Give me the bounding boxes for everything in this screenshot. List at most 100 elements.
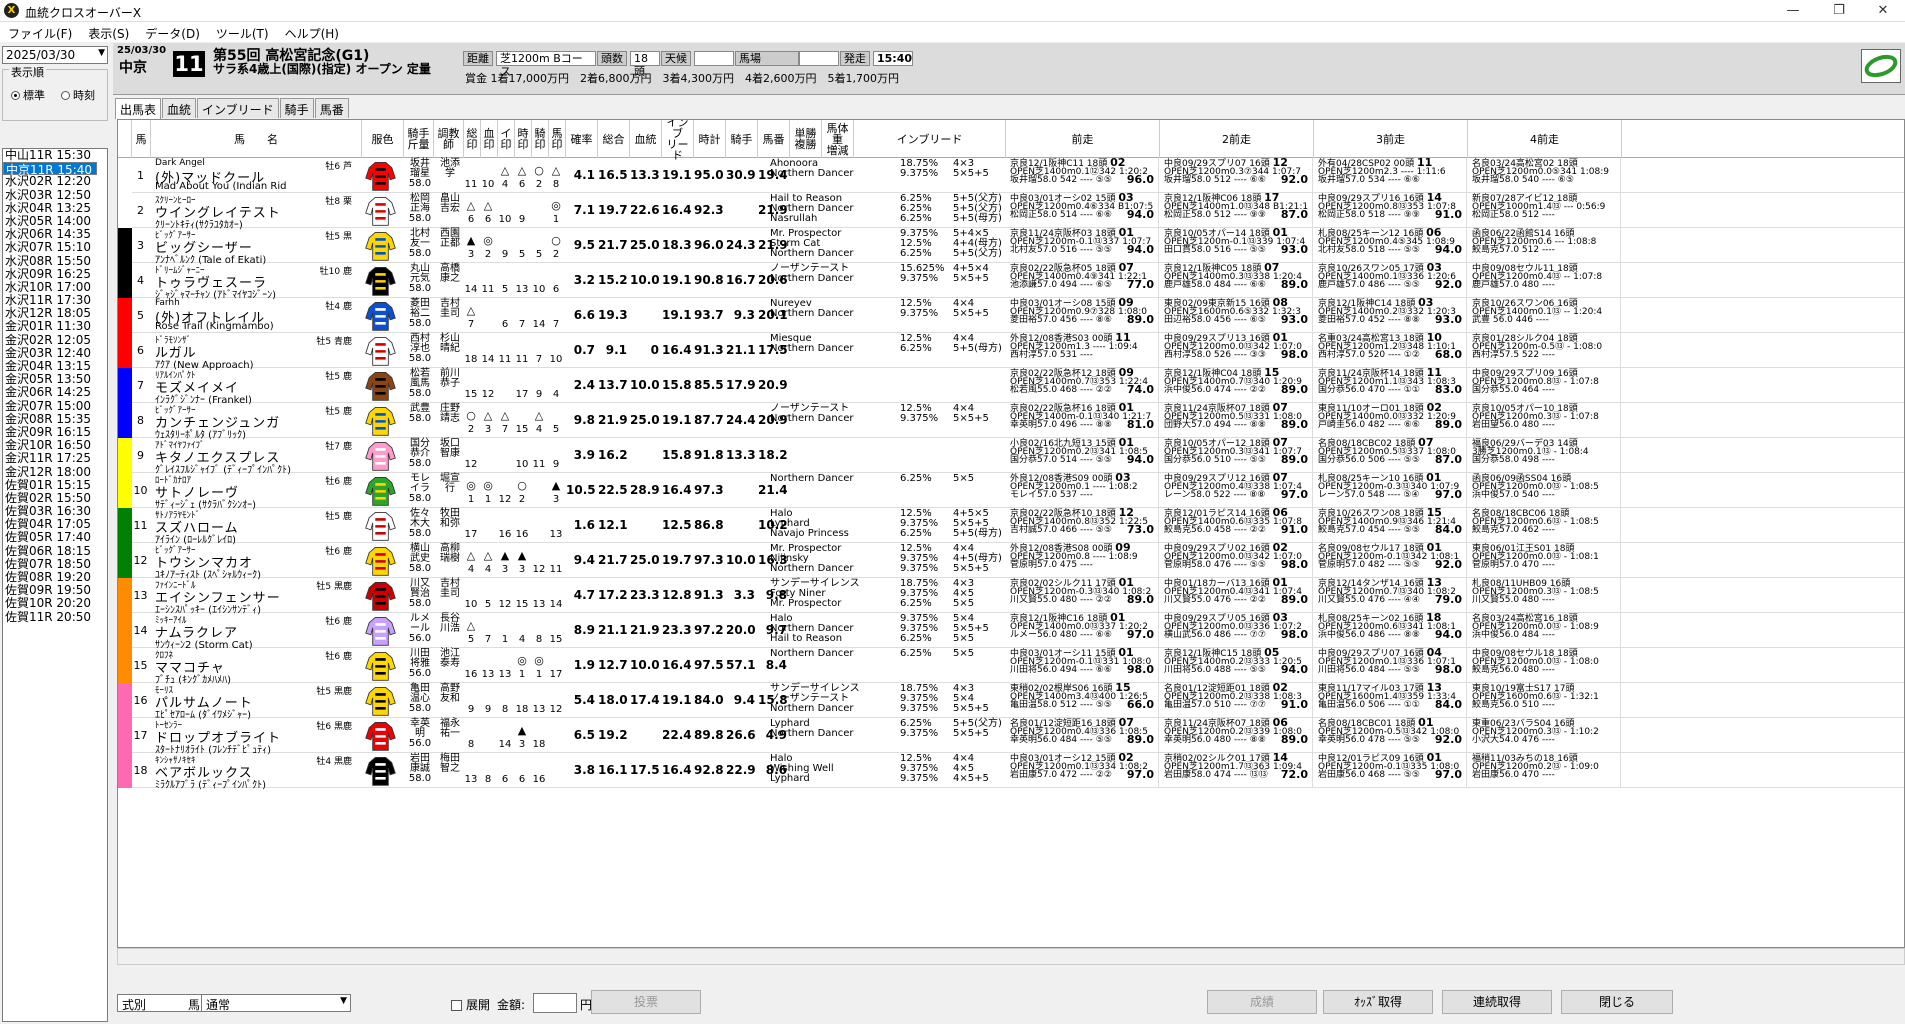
mark-cell[interactable]: 13 (549, 508, 563, 543)
col-silk[interactable]: 服色 (362, 120, 404, 158)
mark-cell[interactable]: 14 (498, 718, 512, 753)
table-row[interactable]: 12 ﾋﾞｯｸﾞｱｰｻｰ 牡6 鹿 トウシンマカオ ﾕｷﾉｱｰﾃｨｽﾄ (ｽﾍﾟ… (118, 543, 1904, 581)
table-row[interactable]: 14 ﾐｯｷｰｱｲﾙ 牡6 鹿 ナムラクレア ｻﾝｳｨｰﾝ2 (Storm Ca… (118, 613, 1904, 651)
prev-race-cell[interactable]: 京良10/26スワン06 16頭 OPEN芝1400m0.1⑬ ‐‐ 1:20:… (1468, 298, 1621, 333)
prev-race-cell[interactable]: 京良12/1阪神C15 18頭 05 OPEN芝1400m0.2⑬333 1:2… (1160, 648, 1313, 683)
table-row[interactable]: 17 ﾄｰｾﾝﾗｰ 牡6 黒鹿 ドロップオブライト ｽﾀｰﾄﾅﾘｵﾗｲﾄ (ﾌﾚ… (118, 718, 1904, 756)
prev-race-cell[interactable]: 京良12/14タンザ14 16頭 13 OPEN芝1200m0.7⑬340 1:… (1314, 578, 1467, 613)
prev-race-cell[interactable]: 中良09/08セウル18 18頭 OPEN芝1200m0.0⑬ ‐ 1:08:0… (1468, 648, 1621, 683)
bet-mode-select[interactable]: 通常 ▼ (201, 994, 351, 1012)
jockey-cell[interactable]: 武豊 58.0 (406, 403, 434, 438)
table-row[interactable]: 5 Farhh 牡4 鹿 (外)オフトレイル Rose Trail (Kingm… (118, 298, 1904, 333)
col-mark4[interactable]: 時 印 (515, 120, 532, 158)
mark-cell[interactable]: 10 (498, 193, 512, 228)
mark-cell[interactable]: 14 (464, 263, 478, 298)
prev-race-cell[interactable]: 中良01/18カーバ13 16頭 01 OPEN芝1200m0.4⑬341 1:… (1160, 578, 1313, 613)
race-list-item[interactable]: 金沢12R 18:00 (3, 465, 107, 479)
col-num[interactable]: 馬 (132, 120, 151, 158)
entries-grid[interactable]: 馬 馬 名 服色 騎手 斤量 調教 師 総 印 血 印 イ 印 時 印 騎 印 … (117, 119, 1905, 948)
jockey-cell[interactable]: 国分 恭介 58.0 (406, 438, 434, 473)
table-row[interactable]: 8 ﾋﾞｯｸﾞｱｰｻｰ 牡5 鹿 カンチェンジュンガ ｳｪｽﾀﾘｰﾎﾟﾙﾀ (ｱ… (118, 403, 1904, 441)
race-list-item[interactable]: 佐賀10R 20:20 (3, 597, 107, 610)
mark-cell[interactable]: 11 (549, 543, 563, 578)
mark-cell[interactable]: 6 (549, 263, 563, 298)
mark-cell[interactable]: 6 (515, 753, 529, 788)
mark-cell[interactable]: 5 (532, 228, 546, 263)
race-list-item[interactable]: 佐賀11R 20:50 (3, 610, 107, 624)
prev-race-cell[interactable]: 名良03/24高松宮02 18頭 OPEN芝1200m0.0⑤341 1:08:… (1468, 158, 1621, 193)
tab-entries[interactable]: 出馬表 (115, 98, 162, 119)
mark-cell[interactable]: 1 (498, 613, 512, 648)
jockey-cell[interactable]: 松若 風馬 58.0 (406, 368, 434, 403)
prev-race-cell[interactable]: 京良02/22阪急杯10 18頭 12 OPEN芝1400m0.8⑬352 1:… (1006, 508, 1159, 543)
table-row[interactable]: 10 ﾛｰﾄﾞｶﾅﾛｱ 牡6 鹿 サトノレーヴ ｻﾃﾞｨｰｼﾞｪ (ｻｸﾗﾊﾞｸ… (118, 473, 1904, 511)
jockey-cell[interactable]: 川田 将雅 56.0 (406, 648, 434, 683)
jockey-cell[interactable]: 丸山 元気 58.0 (406, 263, 434, 298)
prev-race-cell[interactable]: 京良01/28シルク04 18頭 OPEN芝1200m-0.5⑬ ‐ 1:08:… (1468, 333, 1621, 368)
mark-cell[interactable]: 14 (549, 578, 563, 613)
prev-race-cell[interactable]: 京良12/1阪神C04 18頭 15 OPEN芝1400m0.7⑬340 1:2… (1160, 368, 1313, 403)
mark-cell[interactable]: 13 (481, 648, 495, 683)
jockey-cell[interactable]: 松岡 正海 58.0 (406, 193, 434, 228)
prev-race-cell[interactable]: 京良11/24京阪杯07 18頭 07 OPEN芝1200m0.5⑬331 1:… (1160, 403, 1313, 438)
mark-cell[interactable]: 9 (464, 683, 478, 718)
mark-cell[interactable]: 13 (532, 683, 546, 718)
race-list-item[interactable]: 佐賀05R 17:40 (3, 531, 107, 544)
prev-race-cell[interactable]: 外良12/08香港S08 00頭 09 OPEN芝1200m0.8 ‐‐‐‐ 1… (1006, 543, 1159, 578)
prev-race-cell[interactable]: 京良02/22阪急杯16 18頭 01 OPEN芝1400m-0.1⑬340 1… (1006, 403, 1159, 438)
mark-cell[interactable]: 10 (464, 578, 478, 613)
get-odds-button[interactable]: ｵｯｽﾞ取得 (1323, 990, 1433, 1014)
mark-cell[interactable]: 16 (464, 648, 478, 683)
prev-race-cell[interactable]: 中良12/01ラピス09 16頭 01 OPEN芝1200m-0.1⑬335 1… (1314, 753, 1467, 788)
col-tansho[interactable]: 単勝 複勝 (790, 120, 822, 158)
date-picker[interactable]: 2025/03/30 ▼ (2, 46, 108, 64)
mark-cell[interactable]: 18 (532, 718, 546, 753)
prev-race-cell[interactable]: 名良03/24高松宮16 18頭 OPEN芝1200m0.0⑬ ‐ 1:08:9… (1468, 613, 1621, 648)
prev-race-cell[interactable]: 京良12/1阪神C16 18頭 01 OPEN芝1400m0.0⑬337 1:2… (1006, 613, 1159, 648)
mark-cell[interactable]: △ 4 (532, 403, 546, 438)
race-list-item[interactable]: 金沢08R 15:35 (3, 412, 107, 426)
prev-race-cell[interactable]: 中良09/29スプリ02 16頭 02 OPEN芝1200m0.0⑬342 1:… (1160, 543, 1313, 578)
mark-cell[interactable]: 14 (481, 333, 495, 368)
prev-race-cell[interactable]: 札良08/11UHB09 16頭 OPEN芝1200m0.3⑬ ‐ 1:08:5… (1468, 578, 1621, 613)
mark-cell[interactable]: △ 6 (464, 193, 478, 228)
minimize-button[interactable]: — (1770, 0, 1816, 22)
mark-cell[interactable]: △ 3 (481, 403, 495, 438)
tab-pedigree[interactable]: 血統 (162, 98, 197, 118)
prev-race-cell[interactable]: 外良12/08香港S03 00頭 11 OPEN芝1200m1.3 ‐‐‐‐ 1… (1006, 333, 1159, 368)
mark-cell[interactable]: 14 (532, 298, 546, 333)
menu-view[interactable]: 表示(S) (80, 22, 137, 45)
tab-horse-number[interactable]: 馬番 (314, 98, 349, 118)
mark-cell[interactable]: 17 (549, 648, 563, 683)
mark-cell[interactable]: 11 (464, 158, 478, 193)
jockey-cell[interactable]: 横山 武史 58.0 (406, 543, 434, 578)
race-list-item[interactable]: 金沢06R 14:25 (3, 386, 107, 399)
prev-race-cell[interactable]: 中良09/29スプリ13 16頭 01 OPEN芝1200m0.0⑬342 1:… (1160, 333, 1313, 368)
table-row[interactable]: 1 Dark Angel 牡6 芦 (外)マッドクール Mad About Yo… (118, 158, 1904, 193)
prev-race-cell[interactable]: 札良08/25キーン12 16頭 06 OPEN芝1200m0.4⑤345 1:… (1314, 228, 1467, 263)
prev-race-cell[interactable]: 名良01/12淀短距16 18頭 07 OPEN芝1200m0.4⑬336 1:… (1006, 718, 1159, 753)
prev-race-cell[interactable]: 京良11/24京阪杯07 18頭 06 OPEN芝1200m0.2⑬339 1:… (1160, 718, 1313, 753)
mark-cell[interactable]: 12 (498, 578, 512, 613)
mark-cell[interactable]: ◎ 1 (532, 648, 546, 683)
prev-race-cell[interactable]: 函良06/09函SS04 16頭 OPEN芝1200m0.0⑬ ‐ 1:08:5… (1468, 473, 1621, 508)
mark-cell[interactable]: 12 (498, 473, 512, 508)
mark-cell[interactable] (532, 508, 546, 543)
prev-race-cell[interactable]: 中良09/29スプリ16 16頭 14 OPEN芝1200m0.8⑬353 1:… (1314, 193, 1467, 228)
mark-cell[interactable]: 6 (498, 298, 512, 333)
expand-checkbox[interactable]: 展開 (451, 996, 490, 1013)
mark-cell[interactable]: 8 (532, 613, 546, 648)
mark-cell[interactable]: 13 (464, 753, 478, 788)
mark-cell[interactable]: △ 4 (464, 543, 478, 578)
table-row[interactable]: 15 ｸﾛﾌﾈ 牡6 鹿 ママコチャ ﾌﾞﾁｭ (ｷﾝｸﾞｶﾒﾊﾒﾊ) 川田 将雅… (118, 648, 1904, 686)
mark-cell[interactable]: 10 (515, 438, 529, 473)
menu-data[interactable]: データ(D) (137, 22, 208, 45)
prev-race-cell[interactable]: 名良08/18CBC02 18頭 07 OPEN芝1200m0.5⑬337 1:… (1314, 438, 1467, 473)
col-jockey[interactable]: 騎手 斤量 (404, 120, 434, 158)
prev-race-cell[interactable]: 京良12/1阪神C05 18頭 07 OPEN芝1400m0.3⑬338 1:2… (1160, 263, 1313, 298)
mark-cell[interactable]: △ 4 (481, 543, 495, 578)
race-list-item[interactable]: 水沢02R 12:20 (3, 175, 107, 188)
mark-cell[interactable]: △ 4 (498, 158, 512, 193)
prev-race-cell[interactable]: 京良10/05オパー12 18頭 07 OPEN芝1200m0.3⑬341 1:… (1160, 438, 1313, 473)
mark-cell[interactable]: 5 (549, 403, 563, 438)
